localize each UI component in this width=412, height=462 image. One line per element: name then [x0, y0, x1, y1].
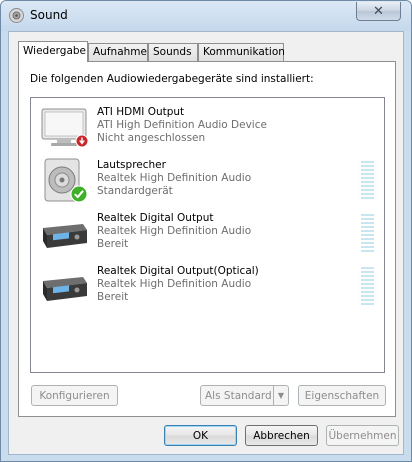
- device-list-caption: Die folgenden Audiowiedergabegeräte sind…: [30, 73, 314, 85]
- chevron-down-icon[interactable]: ▼: [273, 386, 288, 405]
- configure-button[interactable]: Konfigurieren: [31, 385, 118, 406]
- window-title: Sound: [30, 8, 68, 22]
- device-status: Bereit: [97, 238, 129, 250]
- playback-device-list[interactable]: ATI HDMI Output ATI High Definition Audi…: [30, 97, 385, 373]
- device-driver: Realtek High Definition Audio: [97, 172, 252, 184]
- device-driver: Realtek High Definition Audio: [97, 278, 252, 290]
- device-status: Standardgerät: [97, 185, 173, 197]
- sound-dialog: Sound ✕ Wiedergabe Aufnahme Sounds Kommu…: [0, 0, 412, 462]
- title-bar[interactable]: Sound ✕: [1, 1, 411, 31]
- device-name: Realtek Digital Output(Optical): [97, 265, 259, 277]
- device-name: Lautsprecher: [97, 159, 166, 171]
- cancel-button[interactable]: Abbrechen: [245, 425, 318, 446]
- dialog-client-area: Wiedergabe Aufnahme Sounds Kommunikation…: [8, 31, 404, 455]
- ok-button[interactable]: OK: [164, 425, 237, 446]
- tab-kommunikation[interactable]: Kommunikation: [198, 43, 285, 61]
- apply-button[interactable]: Übernehmen: [326, 425, 399, 446]
- close-icon: ✕: [373, 3, 384, 19]
- default-device-check-icon: [70, 185, 88, 203]
- playback-tab-panel: Die folgenden Audiowiedergabegeräte sind…: [18, 61, 396, 417]
- set-default-button[interactable]: Als Standard ▼: [200, 385, 289, 406]
- device-driver: ATI High Definition Audio Device: [97, 119, 267, 131]
- list-item-realtek-digital-output-optical[interactable]: Realtek Digital Output(Optical) Realtek …: [35, 261, 375, 313]
- level-meter: [361, 161, 374, 199]
- set-default-label: Als Standard: [205, 389, 272, 402]
- list-item-ati-hdmi-output[interactable]: ATI HDMI Output ATI High Definition Audi…: [35, 102, 375, 154]
- device-driver: Realtek High Definition Audio: [97, 225, 252, 237]
- level-meter: [361, 267, 374, 305]
- sound-app-icon: [9, 8, 24, 23]
- list-item-lautsprecher[interactable]: Lautsprecher Realtek High Definition Aud…: [35, 155, 375, 207]
- device-name: Realtek Digital Output: [97, 212, 214, 224]
- disconnected-badge-icon: [75, 134, 89, 148]
- properties-button[interactable]: Eigenschaften: [298, 385, 386, 406]
- device-status: Nicht angeschlossen: [97, 132, 206, 144]
- tab-aufnahme[interactable]: Aufnahme: [88, 43, 148, 61]
- tab-wiedergabe[interactable]: Wiedergabe: [18, 41, 88, 62]
- digital-output-icon: [43, 224, 87, 248]
- level-meter: [361, 214, 374, 252]
- close-button[interactable]: ✕: [356, 2, 401, 21]
- digital-output-icon: [43, 277, 87, 301]
- tab-sounds[interactable]: Sounds: [148, 43, 198, 61]
- device-status: Bereit: [97, 291, 129, 303]
- list-item-realtek-digital-output[interactable]: Realtek Digital Output Realtek High Defi…: [35, 208, 375, 260]
- device-name: ATI HDMI Output: [97, 106, 185, 118]
